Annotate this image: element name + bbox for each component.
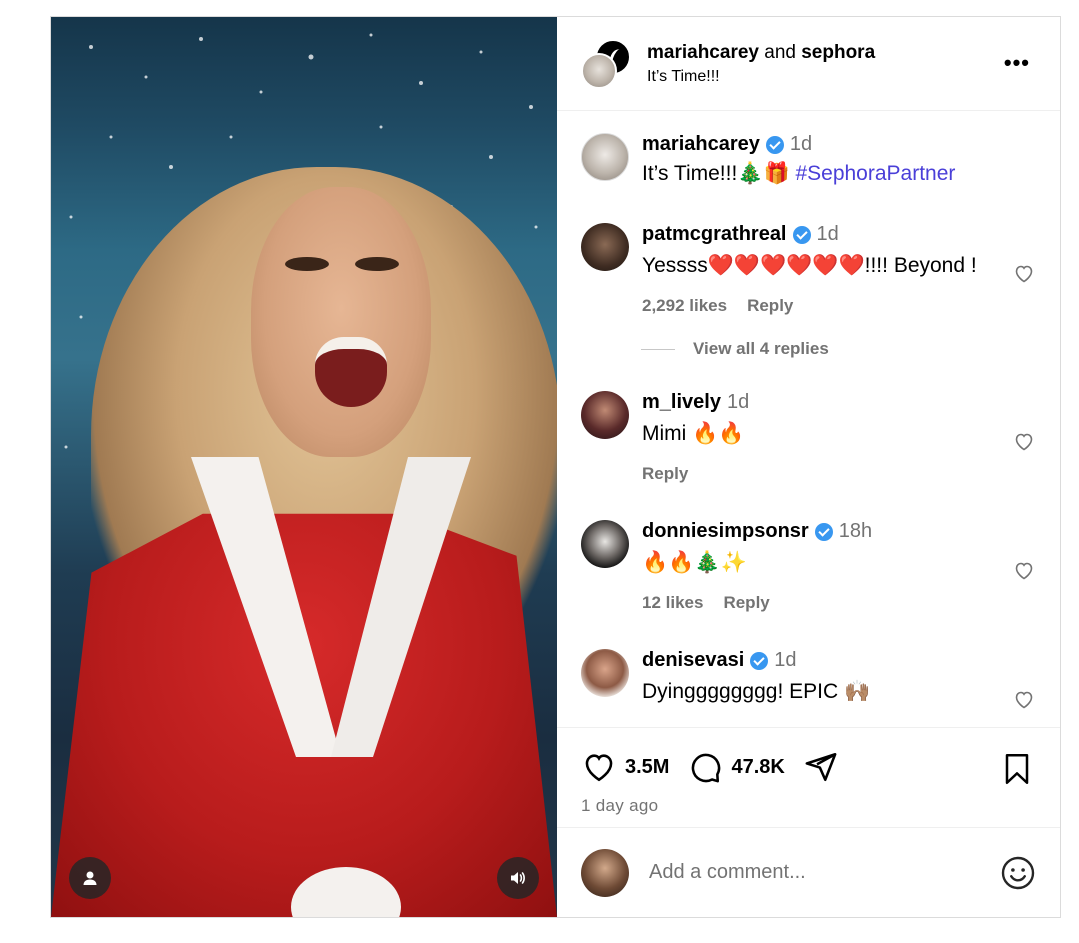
comment-body: mariahcarey 1d It’s Time!!!🎄🎁 #SephoraPa…	[642, 133, 996, 186]
verified-badge-icon	[750, 651, 769, 670]
send-icon[interactable]	[803, 750, 839, 784]
avatar[interactable]	[581, 52, 617, 89]
replies-divider	[641, 348, 675, 350]
reply-button[interactable]: Reply	[747, 296, 793, 316]
header-text: mariahcarey and sephora It’s Time!!!	[647, 42, 875, 86]
collab-usernames: mariahcarey and sephora	[647, 42, 875, 64]
comment-text: Dyingggggggg! EPIC 🙌🏽	[642, 680, 871, 703]
verified-badge-icon	[792, 225, 811, 244]
eye	[355, 257, 399, 271]
comment-body: denisevasi 1d Dyingggggggg! EPIC 🙌🏽	[642, 649, 996, 704]
username-link[interactable]: mariahcarey	[647, 42, 759, 63]
comments-list[interactable]: mariahcarey 1d It’s Time!!!🎄🎁 #SephoraPa…	[557, 111, 1060, 727]
comment-text: 🔥🔥🎄✨	[642, 551, 747, 574]
verified-badge-icon	[765, 135, 784, 154]
comment-body: m_lively 1d Mimi 🔥🔥 Reply	[642, 391, 996, 484]
view-replies-label: View all 4 replies	[693, 339, 829, 358]
heart-icon[interactable]	[581, 750, 617, 784]
bookmark-icon[interactable]	[1002, 752, 1032, 786]
action-row: 3.5M 47.8K	[581, 750, 839, 784]
post-header: mariahcarey and sephora It’s Time!!! •••	[557, 17, 1060, 111]
comment-item: donniesimpsonsr 18h 🔥🔥🎄✨ 12 likes Reply	[581, 520, 1036, 620]
likes-count[interactable]: 2,292 likes	[642, 296, 727, 316]
sound-toggle-button[interactable]	[497, 857, 539, 899]
heart-icon[interactable]	[1012, 687, 1036, 711]
post-modal: mariahcarey and sephora It’s Time!!! •••…	[50, 16, 1061, 918]
comment-text: It’s Time!!!🎄🎁 #SephoraPartner	[642, 162, 996, 186]
comment-time[interactable]: 1d	[790, 133, 812, 156]
comment-input[interactable]	[649, 861, 1000, 884]
more-options-button[interactable]: •••	[1004, 52, 1030, 74]
comment-icon[interactable]	[687, 750, 723, 784]
reply-button[interactable]: Reply	[642, 464, 688, 484]
post-timestamp[interactable]: 1 day ago	[581, 796, 658, 816]
avatar	[581, 848, 629, 897]
username-link[interactable]: patmcgrathreal	[642, 223, 787, 246]
username-link[interactable]: mariahcarey	[642, 133, 760, 156]
user-icon	[83, 871, 97, 885]
emoji-icon[interactable]	[1000, 855, 1036, 891]
heart-icon[interactable]	[1012, 558, 1036, 582]
joiner-text: and	[764, 41, 796, 63]
avatar[interactable]	[581, 649, 629, 697]
comment-text: Yessss❤️❤️❤️❤️❤️❤️!!!! Beyond !	[642, 254, 977, 277]
reply-button[interactable]: Reply	[723, 593, 769, 613]
username-link[interactable]: m_lively	[642, 391, 721, 414]
like-count[interactable]: 3.5M	[625, 756, 669, 779]
collab-avatars[interactable]	[581, 38, 631, 89]
username-link[interactable]: denisevasi	[642, 649, 744, 672]
likes-count[interactable]: 12 likes	[642, 593, 703, 613]
add-comment-bar	[557, 827, 1060, 917]
face-shape	[251, 187, 431, 457]
caption-text: It’s Time!!!🎄🎁	[642, 162, 790, 185]
hashtag-link[interactable]: #SephoraPartner	[795, 162, 955, 185]
comment-time[interactable]: 1d	[727, 391, 749, 414]
comment-text: Mimi 🔥🔥	[642, 422, 745, 445]
username-link[interactable]: donniesimpsonsr	[642, 520, 809, 543]
verified-badge-icon	[814, 522, 833, 541]
post-video[interactable]	[51, 17, 557, 917]
avatar[interactable]	[581, 223, 629, 271]
comment-count[interactable]: 47.8K	[731, 756, 784, 779]
comment-body: donniesimpsonsr 18h 🔥🔥🎄✨ 12 likes Reply	[642, 520, 996, 613]
volume-icon	[511, 872, 525, 884]
eye	[285, 257, 329, 271]
avatar[interactable]	[581, 133, 629, 181]
post-sidebar: mariahcarey and sephora It’s Time!!! •••…	[557, 17, 1060, 917]
avatar[interactable]	[581, 391, 629, 439]
mouth	[315, 337, 387, 407]
comment-item: m_lively 1d Mimi 🔥🔥 Reply	[581, 391, 1036, 491]
comment-item: patmcgrathreal 1d Yessss❤️❤️❤️❤️❤️❤️!!!!…	[581, 223, 1036, 323]
heart-icon[interactable]	[1012, 429, 1036, 453]
comment-time[interactable]: 1d	[774, 649, 796, 672]
post-actions: 3.5M 47.8K 1 day ago	[557, 727, 1060, 917]
tagged-users-button[interactable]	[69, 857, 111, 899]
username-link[interactable]: sephora	[801, 42, 875, 63]
comment-body: patmcgrathreal 1d Yessss❤️❤️❤️❤️❤️❤️!!!!…	[642, 223, 996, 316]
avatar[interactable]	[581, 520, 629, 568]
comment-time[interactable]: 1d	[817, 223, 839, 246]
caption-comment: mariahcarey 1d It’s Time!!!🎄🎁 #SephoraPa…	[581, 133, 1036, 203]
heart-icon[interactable]	[1012, 261, 1036, 285]
header-caption: It’s Time!!!	[647, 67, 720, 85]
comment-time[interactable]: 18h	[839, 520, 872, 543]
view-replies-button[interactable]: View all 4 replies	[641, 339, 829, 359]
comment-item: denisevasi 1d Dyingggggggg! EPIC 🙌🏽	[581, 649, 1036, 719]
